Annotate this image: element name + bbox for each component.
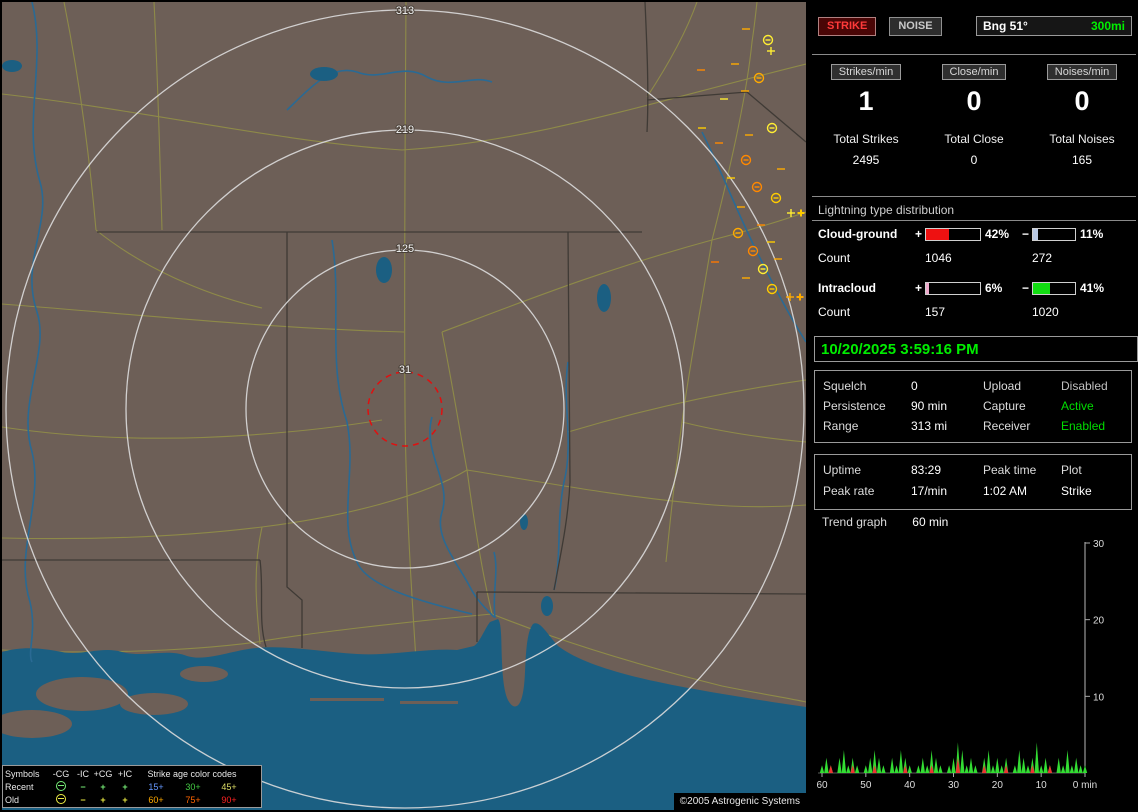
total-close: Total Close 0 [944,132,1003,167]
minus-sign: − [1019,281,1032,295]
close-per-min-value: 0 [966,86,981,117]
age-60: 60+ [137,795,175,805]
divider [812,196,1136,197]
svg-text:10: 10 [1036,780,1048,791]
age-45: 45+ [211,782,247,792]
totals-row: Total Strikes 2495 Total Close 0 Total N… [812,132,1136,167]
legend-header-row: Symbols -CG -IC +CG +IC Strike age color… [5,767,259,780]
ic-minus-icon: − [73,795,93,805]
range-ring-label-31: 31 [399,364,411,376]
svg-text:0 min: 0 min [1073,780,1097,791]
legend-type-cg-plus: +CG [93,769,113,779]
cg-plus-bar [925,228,981,241]
svg-text:30: 30 [948,780,960,791]
divider [812,54,1136,55]
strike-legend: Symbols -CG -IC +CG +IC Strike age color… [2,765,262,808]
stats-row: Peak rate 17/min 1:02 AM Strike [815,480,1131,501]
stats-row: Uptime 83:29 Peak time Plot [815,459,1131,480]
intracloud-count-row: Count 157 1020 [812,304,1138,320]
mode-toolbar: STRIKE NOISE Bng 51° 300mi [818,15,1132,37]
cg-plus-icon: + [93,795,113,805]
datetime-value: 10/20/2025 3:59:16 PM [821,341,979,358]
legend-type-ic-plus: +IC [113,769,137,779]
total-noises: Total Noises 165 [1049,132,1114,167]
svg-text:20: 20 [992,780,1004,791]
plus-sign: + [912,281,925,295]
noise-mode-button[interactable]: NOISE [889,17,941,36]
range-ring-label-219: 219 [396,124,414,136]
svg-text:60: 60 [816,780,828,791]
divider [812,220,1136,221]
plus-sign: + [912,227,925,241]
stats-panel: Uptime 83:29 Peak time Plot Peak rate 17… [814,454,1132,510]
settings-panel: Squelch 0 Upload Disabled Persistence 90… [814,370,1132,443]
legend-age-title: Strike age color codes [137,769,247,779]
rate-labels-row: Strikes/min Close/min Noises/min [812,64,1136,80]
svg-text:10: 10 [1093,692,1105,703]
sidebar: STRIKE NOISE Bng 51° 300mi Strikes/min C… [812,2,1136,810]
ic-minus-count: 1020 [1032,305,1116,319]
trend-y-ticks: 30 20 10 [1085,539,1105,703]
datetime-display: 10/20/2025 3:59:16 PM [814,336,1138,362]
age-30: 30+ [175,782,211,792]
rate-values-row: 1 0 0 [812,86,1136,117]
legend-symbols-header: Symbols [5,769,49,779]
trend-series-layer [820,742,1087,773]
map-area[interactable]: 313 219 125 31 Symbols -CG -IC +CG +IC S… [2,2,806,810]
trend-x-ticks: 60 50 40 30 20 10 0 min [816,773,1097,791]
range-value: 300mi [1091,19,1125,33]
legend-recent-row: Recent − + + 15+ 30+ 45+ [5,780,259,793]
trend-graph-label: Trend graph [822,515,887,529]
ic-minus-bar [1032,282,1076,295]
strikes-per-min-label: Strikes/min [831,64,901,80]
age-15: 15+ [137,782,175,792]
ic-plus-count: 157 [925,305,1019,319]
bearing-value: Bng 51° [983,19,1028,33]
svg-text:50: 50 [860,780,872,791]
legend-type-ic-minus: -IC [73,769,93,779]
cg-minus-bar [1032,228,1076,241]
distribution-title: Lightning type distribution [818,203,954,217]
legend-recent-label: Recent [5,782,49,792]
range-ring-label-313: 313 [396,5,414,17]
cg-minus-icon [49,794,73,806]
settings-row: Squelch 0 Upload Disabled [815,376,1131,396]
ic-minus-icon: − [73,782,93,792]
legend-old-row: Old − + + 60+ 75+ 90+ [5,793,259,806]
age-75: 75+ [175,795,211,805]
settings-row: Range 313 mi Receiver Enabled [815,416,1131,436]
copyright-notice: ©2005 Astrogenic Systems [674,793,806,810]
legend-old-label: Old [5,795,49,805]
cloud-ground-count-row: Count 1046 272 [812,250,1138,266]
noises-per-min-value: 0 [1074,86,1089,117]
settings-row: Persistence 90 min Capture Active [815,396,1131,416]
cg-plus-count: 1046 [925,251,1019,265]
close-per-min-label: Close/min [942,64,1007,80]
minus-sign: − [1019,227,1032,241]
noises-per-min-label: Noises/min [1047,64,1117,80]
trend-chart: 60 50 40 30 20 10 0 min 30 20 10 [812,536,1136,800]
legend-type-cg-minus: -CG [49,769,73,779]
trend-graph-label-row: Trend graph 60 min [822,515,948,529]
map-svg[interactable]: 313 219 125 31 [2,2,806,810]
ic-plus-icon: + [113,782,137,792]
strikes-per-min-value: 1 [858,86,873,117]
range-ring-label-125: 125 [396,243,414,255]
svg-text:40: 40 [904,780,916,791]
cg-minus-count: 272 [1032,251,1116,265]
cloud-ground-row: Cloud-ground + 42% − 11% [812,226,1138,242]
total-strikes: Total Strikes 2495 [833,132,898,167]
age-90: 90+ [211,795,247,805]
strike-mode-button[interactable]: STRIKE [818,17,876,36]
cg-minus-icon [49,781,73,793]
trend-graph-window: 60 min [912,515,948,529]
svg-text:30: 30 [1093,539,1105,550]
ic-plus-icon: + [113,795,137,805]
bearing-range-display: Bng 51° 300mi [976,16,1132,36]
svg-text:20: 20 [1093,616,1105,627]
intracloud-row: Intracloud + 6% − 41% [812,280,1138,296]
cg-plus-icon: + [93,782,113,792]
ic-plus-bar [925,282,981,295]
